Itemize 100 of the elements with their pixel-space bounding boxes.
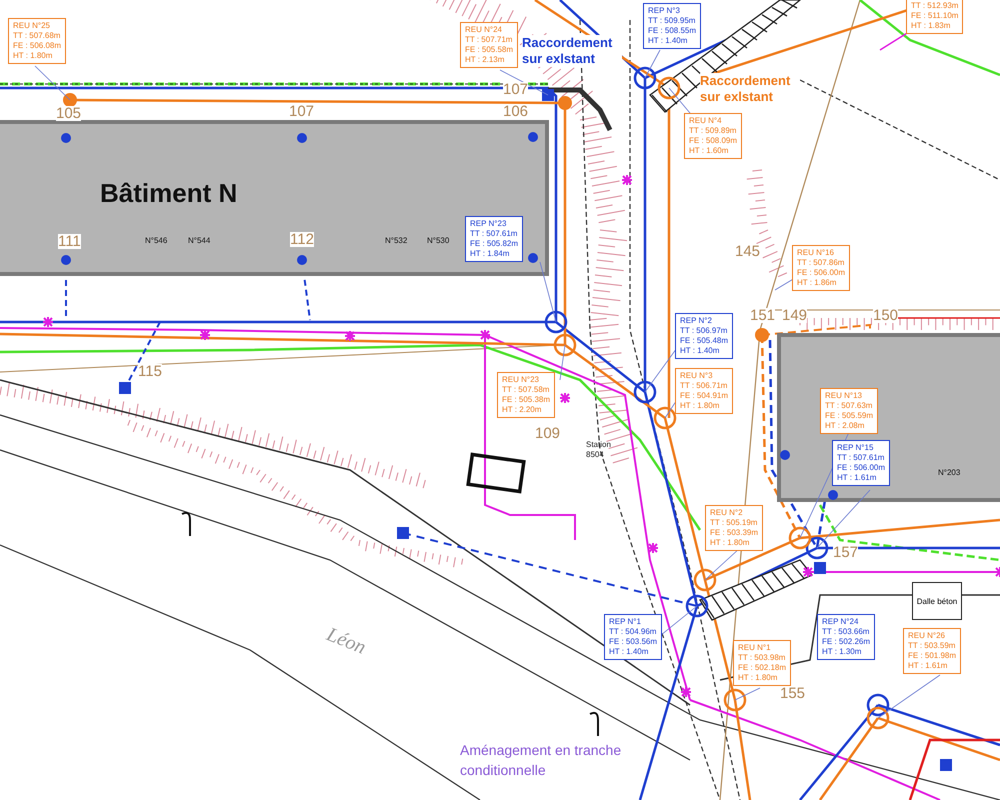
leader-line <box>644 50 660 78</box>
depth: HT : 1.61m <box>908 661 948 671</box>
manhole <box>806 536 828 560</box>
manhole <box>866 694 890 716</box>
invert-level: FE : 502.18m <box>738 663 786 673</box>
invert-level: FE : 511.10m <box>911 11 958 21</box>
leader-line <box>540 262 556 322</box>
manhole <box>634 380 656 404</box>
drain-icon <box>528 253 538 263</box>
callout-title: REP N°1 <box>609 617 642 627</box>
catch-basin <box>940 759 952 771</box>
manhole <box>694 568 716 592</box>
callout-title: REU N°1 <box>738 643 772 653</box>
depth: HT : 1.61m <box>837 473 878 483</box>
slab-label: Dalle béton <box>912 582 962 620</box>
address-number: N°530 <box>427 236 450 245</box>
manhole <box>63 93 77 107</box>
lot-number: 106 <box>503 104 528 119</box>
manhole <box>788 526 812 550</box>
manhole <box>866 706 890 730</box>
lot-number: 107 <box>503 82 528 97</box>
leader-line <box>500 70 548 96</box>
address-number: N°532 <box>385 236 408 245</box>
callout-title: REU N°3 <box>680 371 714 381</box>
ground-level: TT : 504.96m <box>609 627 658 637</box>
depth: HT : 1.80m <box>738 673 778 683</box>
connection-label: Raccordement sur exlstant <box>522 35 622 67</box>
junction-icon <box>200 330 210 340</box>
ground-level: TT : 507.71m <box>465 35 514 45</box>
manhole <box>554 334 576 356</box>
invert-level: FE : 508.09m <box>689 136 738 146</box>
junction-icon <box>480 330 490 340</box>
junction-icon <box>560 393 570 403</box>
depth: HT : 1.60m <box>689 146 730 156</box>
callout-title: REU N°26 <box>908 631 946 641</box>
callout-title: REU N°4 <box>689 116 723 126</box>
invert-level: FE : 505.82m <box>470 239 518 249</box>
invert-level: FE : 503.39m <box>710 528 758 538</box>
depth: HT : 2.13m <box>465 55 506 65</box>
manhole <box>686 594 708 618</box>
callout-title: REP N°23 <box>470 219 508 229</box>
invert-level: FE : 505.48m <box>680 336 728 346</box>
junction-icon <box>622 175 632 185</box>
phase-note: Aménagement en tranche conditionnelle <box>460 741 622 780</box>
invert-level: FE : 501.98m <box>908 651 956 661</box>
callout-title: REP N°2 <box>680 316 713 326</box>
junction-icon <box>345 331 355 341</box>
lot-number: 105 <box>56 106 82 121</box>
ground-level: TT : 512.93m <box>911 1 958 11</box>
lot-number: 157 <box>833 545 858 560</box>
catch-basin <box>397 527 409 539</box>
ground-level: TT : 503.98m <box>738 653 786 663</box>
lot-number: 145 <box>735 244 760 259</box>
ground-level: TT : 507.61m <box>837 453 886 463</box>
lot-number: 149 <box>782 308 808 323</box>
manhole <box>558 96 572 110</box>
building-name: Bâtiment N <box>100 178 238 209</box>
drain-icon <box>828 490 838 500</box>
leader-line <box>560 344 566 380</box>
depth: HT : 1.40m <box>680 346 720 356</box>
lot-number: 109 <box>535 426 560 441</box>
manhole <box>634 66 656 90</box>
invert-level: FE : 506.00m <box>797 268 846 278</box>
manhole <box>724 688 746 712</box>
ground-level: TT : 506.97m <box>680 326 728 336</box>
depth: HT : 2.20m <box>502 405 542 415</box>
ground-level: TT : 506.71m <box>680 381 728 391</box>
depth: HT : 1.86m <box>797 278 838 288</box>
drain-icon <box>780 450 790 460</box>
address-number: N°546 <box>145 236 168 245</box>
leader-line <box>34 66 70 100</box>
invert-level: FE : 505.58m <box>465 45 514 55</box>
invert-level: FE : 505.59m <box>825 411 874 421</box>
lot-number: 111 <box>58 234 81 249</box>
invert-level: FE : 503.56m <box>609 637 658 647</box>
depth: HT : 1.84m <box>470 249 510 259</box>
drain-icon <box>297 133 307 143</box>
ground-level: TT : 507.86m <box>797 258 846 268</box>
junction-icon <box>43 317 53 327</box>
ground-level: TT : 507.58m <box>502 385 550 395</box>
catch-basin <box>814 562 826 574</box>
station-label: Station 8504 <box>586 440 612 460</box>
manhole <box>658 76 680 100</box>
lot-number: 115 <box>138 364 162 379</box>
ground-level: TT : 507.61m <box>470 229 518 239</box>
depth: HT : 1.30m <box>822 647 862 657</box>
leader-line <box>734 688 760 700</box>
catch-basin <box>119 382 131 394</box>
junction-icon <box>648 543 658 553</box>
leader-line <box>878 674 940 718</box>
ground-level: TT : 507.68m <box>13 31 62 41</box>
depth: HT : 1.40m <box>648 36 688 46</box>
callout-title: REP N°3 <box>648 6 681 16</box>
junction-icon <box>803 567 813 577</box>
depth: HT : 2.08m <box>825 421 866 431</box>
ground-level: TT : 503.66m <box>822 627 870 637</box>
depth: HT : 1.80m <box>13 51 54 61</box>
street-name: Léon <box>323 623 369 660</box>
callout-title: REP N°24 <box>822 617 860 627</box>
invert-level: FE : 504.91m <box>680 391 728 401</box>
